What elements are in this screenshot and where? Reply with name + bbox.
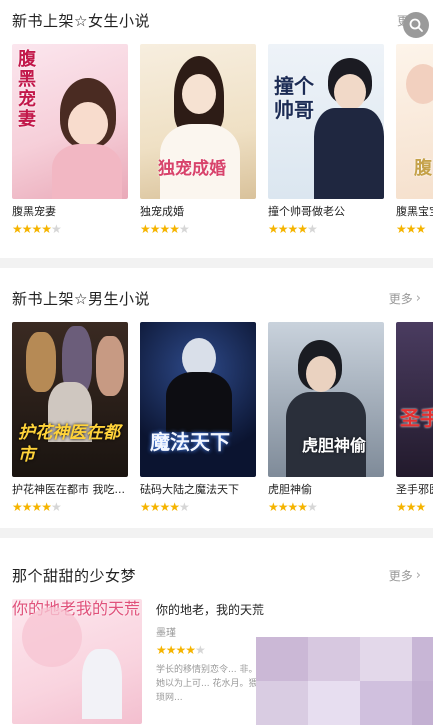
featured-description: 学长的移情别恋令... 非。她以为上可... 花水月。猥琐网... bbox=[156, 665, 258, 703]
chevron-right-icon: › bbox=[415, 290, 421, 306]
cover-title-text: 独宠成婚 bbox=[158, 159, 226, 179]
rating-stars: ★★★★★ bbox=[268, 500, 318, 514]
rating-stars: ★★★★★ bbox=[12, 222, 62, 236]
search-icon bbox=[409, 18, 423, 32]
cover-title-text: 圣手 bbox=[400, 406, 433, 430]
rating-stars: ★★★★★ bbox=[268, 222, 318, 236]
cover-title-text: 护花神医在都市 bbox=[18, 423, 120, 465]
more-label: 更多 bbox=[388, 291, 413, 306]
cover-title-text: 魔法天下 bbox=[150, 430, 230, 454]
book-card[interactable]: 魔法天下 砝码大陆之魔法天下 ★★★★★ bbox=[140, 322, 256, 514]
book-cover: 护花神医在都市 bbox=[12, 322, 128, 477]
book-card[interactable]: 腹 腹黑宝宝 ★★★ bbox=[396, 44, 433, 236]
book-card[interactable]: 撞个帅哥 撞个帅哥做老公 ★★★★★ bbox=[268, 44, 384, 236]
section-header: 新书上架☆男生小说 更多 › bbox=[12, 278, 421, 318]
section-featured: 那个甜甜的少女梦 更多 › 你的地老我的天荒 你的地老，我的天荒 墨瑾 ★★★★… bbox=[0, 555, 433, 725]
section-header: 那个甜甜的少女梦 更多 › bbox=[12, 555, 421, 595]
section-female-novels: 新书上架☆女生小说 更多 腹黑宠妻 腹黑宠妻 ★★★★★ 独宠成婚 独宠成婚 ★… bbox=[0, 0, 433, 255]
section-divider bbox=[0, 528, 433, 538]
book-cover: 腹黑宠妻 bbox=[12, 44, 128, 199]
book-cover: 腹 bbox=[396, 44, 433, 199]
book-cover: 你的地老我的天荒 bbox=[12, 599, 142, 724]
book-cover: 撞个帅哥 bbox=[268, 44, 384, 199]
book-card[interactable]: 虎胆神偷 虎胆神偷 ★★★★★ bbox=[268, 322, 384, 514]
more-link[interactable]: 更多 › bbox=[389, 290, 421, 307]
search-button[interactable] bbox=[403, 12, 429, 38]
book-card[interactable]: 独宠成婚 独宠成婚 ★★★★★ bbox=[140, 44, 256, 236]
book-cover: 独宠成婚 bbox=[140, 44, 256, 199]
book-title: 虎胆神偷 bbox=[268, 483, 312, 496]
section-male-novels: 新书上架☆男生小说 更多 › 护花神医在都市 护花神医在都市 我吃... ★★★… bbox=[0, 278, 433, 523]
chevron-right-icon: › bbox=[415, 567, 421, 583]
cover-title-text: 腹 bbox=[414, 158, 432, 179]
cover-title-text: 腹黑宠妻 bbox=[18, 49, 36, 130]
book-row: 护花神医在都市 护花神医在都市 我吃... ★★★★★ 魔法天下 砝码大陆之魔法… bbox=[12, 322, 433, 514]
section-title: 新书上架☆女生小说 bbox=[12, 11, 150, 30]
rating-stars: ★★★ bbox=[396, 500, 426, 514]
book-title: 独宠成婚 bbox=[140, 205, 184, 218]
featured-book[interactable]: 你的地老我的天荒 你的地老，我的天荒 墨瑾 ★★★★★ 学长的移情别恋令... … bbox=[12, 599, 433, 725]
rating-stars: ★★★★★ bbox=[140, 222, 190, 236]
rating-stars: ★★★ bbox=[396, 222, 426, 236]
book-title: 护花神医在都市 我吃... bbox=[12, 483, 125, 496]
more-label: 更多 bbox=[388, 568, 413, 583]
book-cover: 虎胆神偷 bbox=[268, 322, 384, 477]
section-divider bbox=[0, 258, 433, 268]
featured-title: 你的地老，我的天荒 bbox=[156, 603, 265, 617]
book-cover: 圣手 bbox=[396, 322, 433, 477]
rating-stars: ★★★★★ bbox=[140, 500, 190, 514]
section-title: 新书上架☆男生小说 bbox=[12, 289, 150, 308]
book-card[interactable]: 护花神医在都市 护花神医在都市 我吃... ★★★★★ bbox=[12, 322, 128, 514]
rating-stars: ★★★★★ bbox=[12, 500, 62, 514]
book-title: 撞个帅哥做老公 bbox=[268, 205, 345, 218]
more-link[interactable]: 更多 › bbox=[389, 567, 421, 584]
blurred-mosaic bbox=[256, 637, 433, 725]
book-card[interactable]: 圣手 圣手邪医 ★★★ bbox=[396, 322, 433, 514]
book-title: 砝码大陆之魔法天下 bbox=[140, 483, 239, 496]
cover-title-text: 虎胆神偷 bbox=[302, 436, 367, 455]
book-row: 腹黑宠妻 腹黑宠妻 ★★★★★ 独宠成婚 独宠成婚 ★★★★★ 撞个帅哥 撞个帅… bbox=[12, 44, 433, 236]
book-title: 腹黑宝宝 bbox=[396, 205, 433, 218]
book-title: 圣手邪医 bbox=[396, 483, 433, 496]
section-header: 新书上架☆女生小说 更多 bbox=[12, 0, 421, 40]
book-card[interactable]: 腹黑宠妻 腹黑宠妻 ★★★★★ bbox=[12, 44, 128, 236]
section-title: 那个甜甜的少女梦 bbox=[12, 566, 137, 585]
book-cover: 魔法天下 bbox=[140, 322, 256, 477]
book-title: 腹黑宠妻 bbox=[12, 205, 56, 218]
featured-info: 你的地老，我的天荒 墨瑾 ★★★★★ 学长的移情别恋令... 非。她以为上可..… bbox=[156, 599, 433, 725]
cover-title-text: 撞个帅哥 bbox=[274, 74, 314, 122]
